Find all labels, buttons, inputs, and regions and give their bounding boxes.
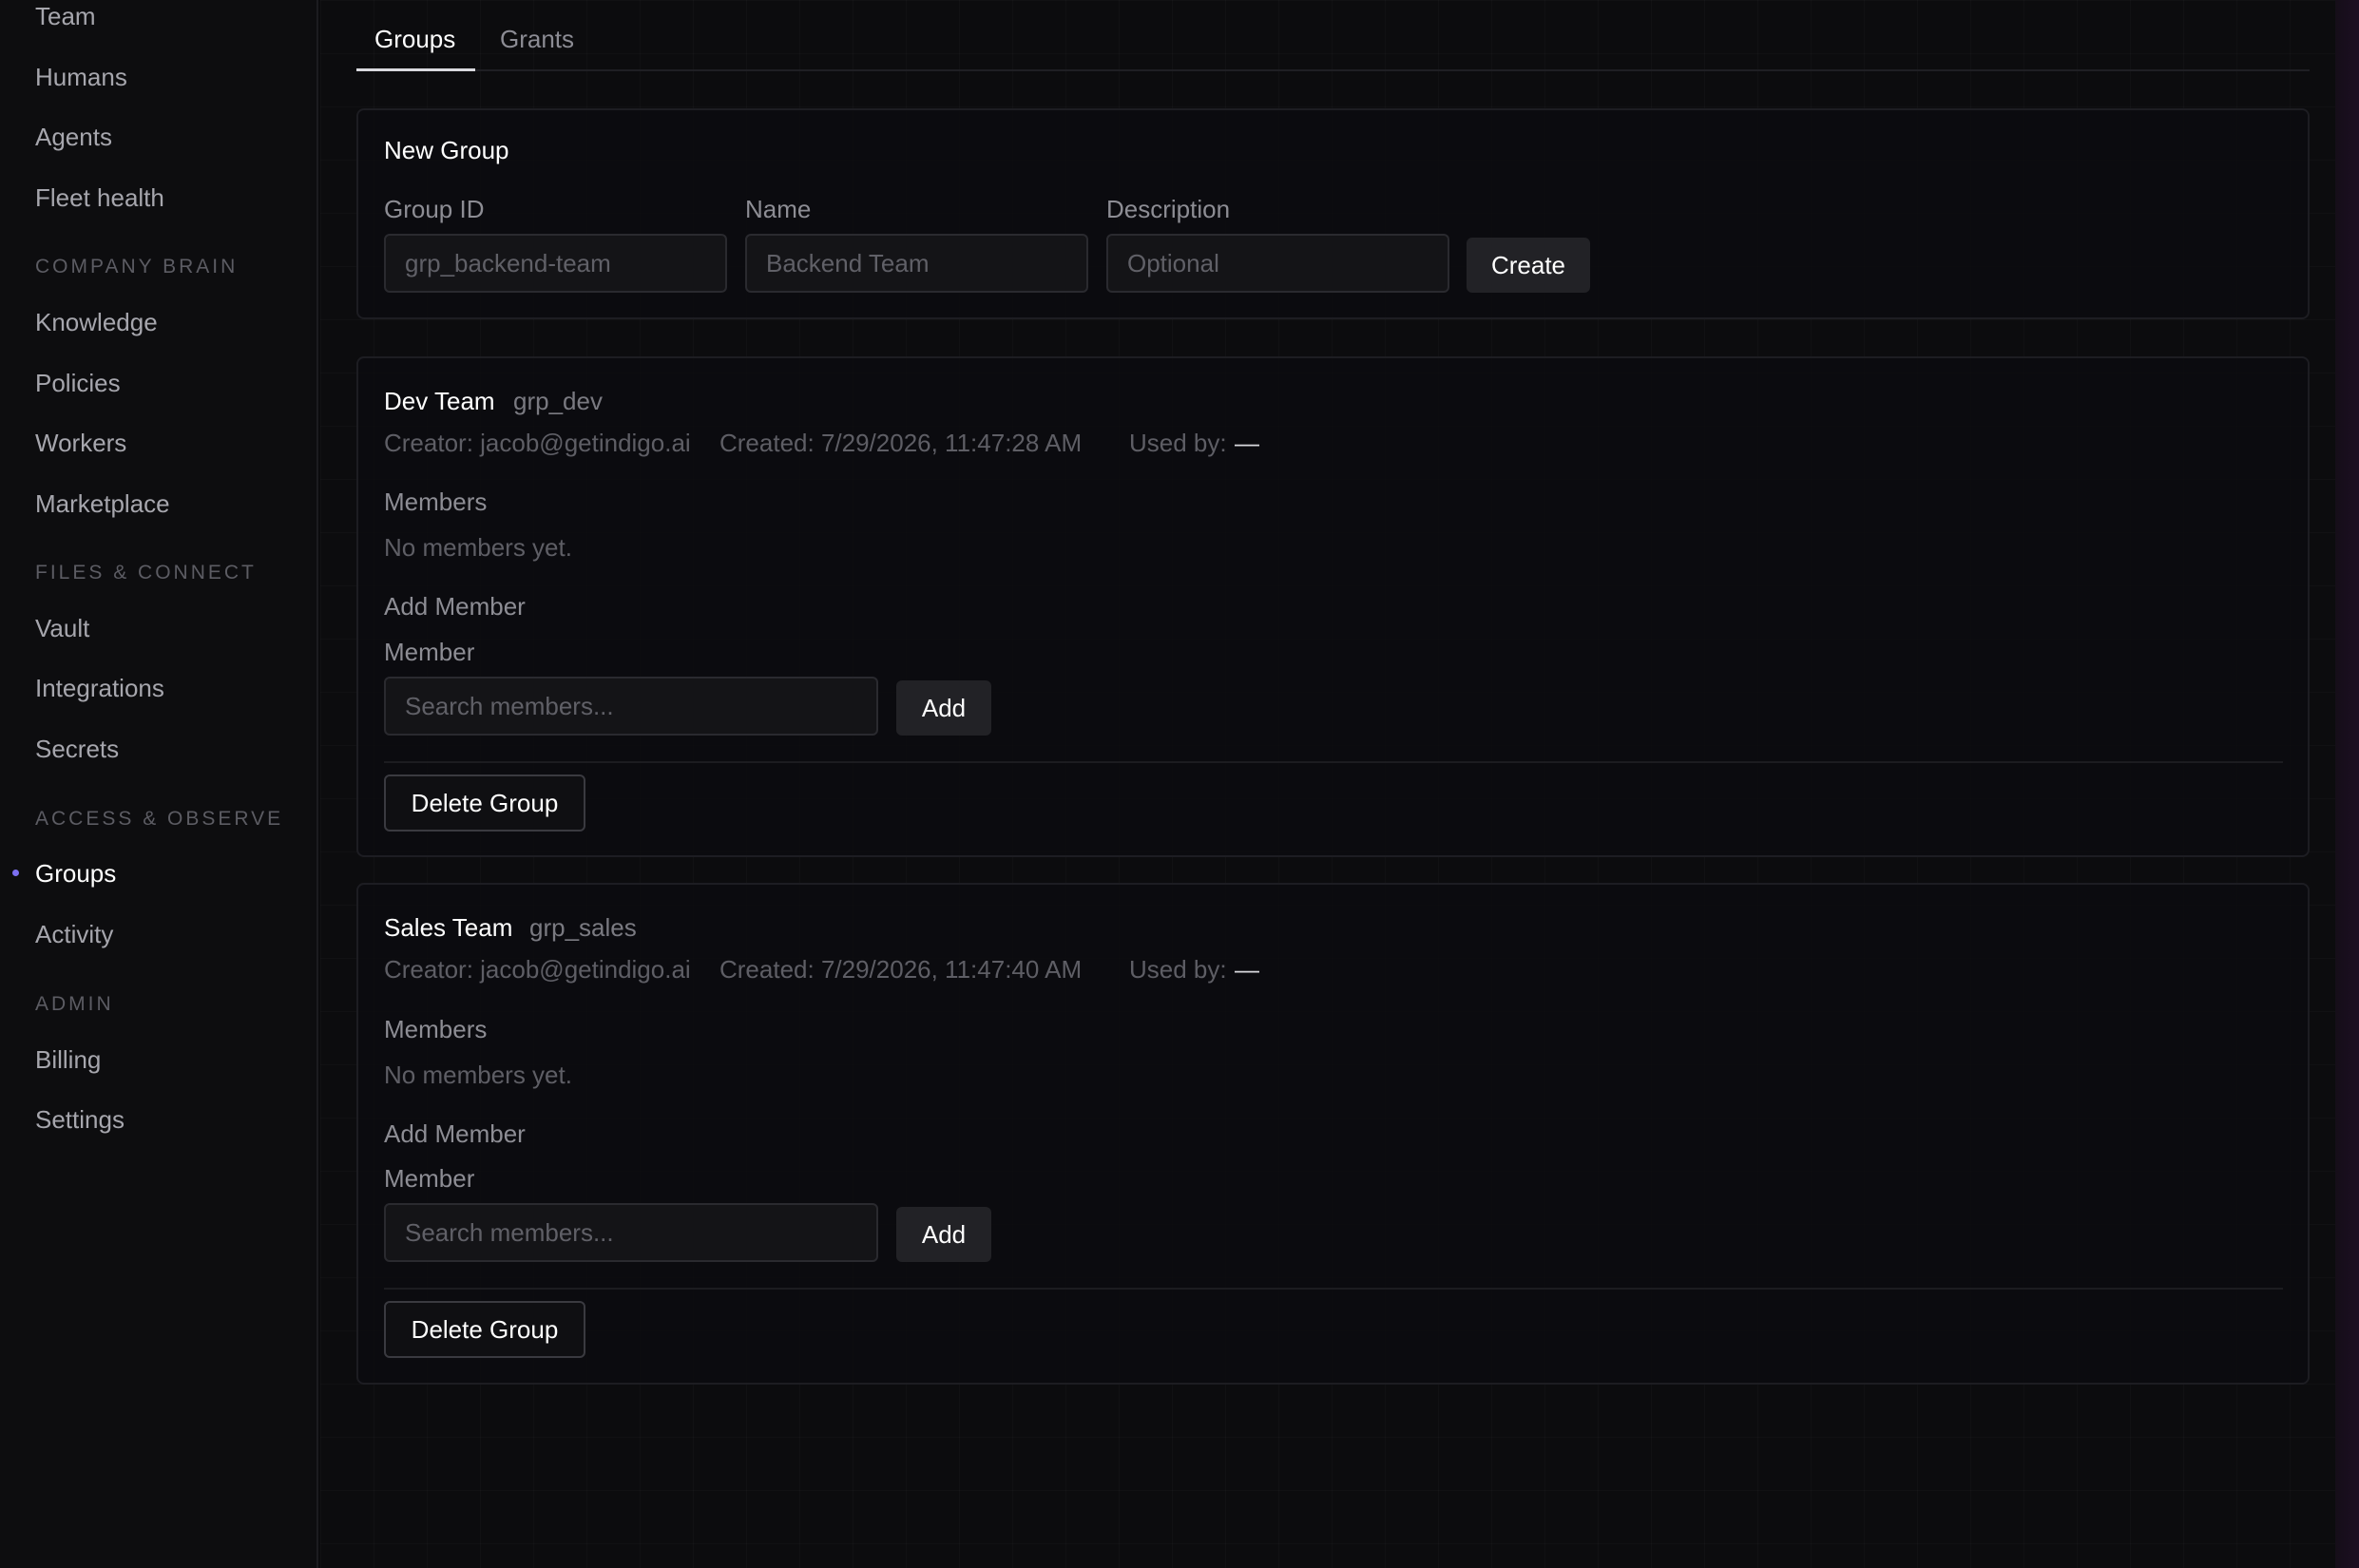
- group-id: grp_dev: [513, 387, 603, 415]
- sidebar-item-policies[interactable]: Policies: [35, 369, 121, 397]
- delete-group-button[interactable]: Delete Group: [384, 1301, 585, 1358]
- group-id-label: Group ID: [384, 195, 485, 223]
- group-used-by-label: Used by:: [1129, 429, 1227, 457]
- group-created: Created: 7/29/2026, 11:47:40 AM: [719, 955, 1083, 984]
- new-group-card: New Group Group ID Name Description Crea…: [356, 108, 2310, 319]
- group-used-by-value: —: [1235, 955, 1259, 984]
- group-used-by-value: —: [1235, 429, 1259, 457]
- sidebar-item-integrations[interactable]: Integrations: [35, 674, 164, 702]
- member-field-label: Member: [384, 1164, 475, 1193]
- group-creator: Creator: jacob@getindigo.ai: [384, 429, 691, 457]
- tab-groups[interactable]: Groups: [374, 25, 455, 53]
- sidebar-item-agents[interactable]: Agents: [35, 123, 112, 151]
- sidebar-item-knowledge[interactable]: Knowledge: [35, 308, 158, 336]
- tab-bar: Groups Grants: [356, 0, 2310, 71]
- section-label-access-observe: ACCESS & OBSERVE: [35, 808, 284, 830]
- name-label: Name: [745, 195, 812, 223]
- members-label: Members: [384, 488, 488, 516]
- card-divider: [384, 1288, 2283, 1290]
- sidebar-item-groups[interactable]: Groups: [35, 859, 116, 888]
- sidebar-item-billing[interactable]: Billing: [35, 1045, 101, 1074]
- group-name: Dev Team: [384, 387, 495, 415]
- active-tab-underline: [356, 68, 475, 71]
- right-edge-gradient: [2335, 0, 2359, 1568]
- member-search-input[interactable]: [384, 1203, 878, 1262]
- section-label-company-brain: COMPANY BRAIN: [35, 256, 239, 277]
- add-member-label: Add Member: [384, 1119, 526, 1148]
- section-label-admin: ADMIN: [35, 993, 114, 1015]
- group-id: grp_sales: [529, 913, 637, 942]
- group-card: Sales Team grp_sales Creator: jacob@geti…: [356, 883, 2310, 1385]
- active-indicator-dot: [12, 870, 19, 876]
- card-divider: [384, 761, 2283, 763]
- member-search-input[interactable]: [384, 677, 878, 736]
- delete-group-button[interactable]: Delete Group: [384, 774, 585, 832]
- members-empty-text: No members yet.: [384, 533, 572, 562]
- group-name: Sales Team: [384, 913, 513, 942]
- sidebar-item-activity[interactable]: Activity: [35, 920, 113, 948]
- sidebar-item-marketplace[interactable]: Marketplace: [35, 489, 170, 518]
- sidebar: Team Humans Agents Fleet health COMPANY …: [0, 0, 318, 1568]
- new-group-title: New Group: [384, 136, 509, 164]
- app-root: Team Humans Agents Fleet health COMPANY …: [0, 0, 2359, 1568]
- member-field-label: Member: [384, 638, 475, 666]
- members-label: Members: [384, 1015, 488, 1043]
- sidebar-item-fleet-health[interactable]: Fleet health: [35, 183, 164, 212]
- sidebar-item-workers[interactable]: Workers: [35, 429, 126, 457]
- add-member-button[interactable]: Add: [896, 1207, 991, 1262]
- add-member-button[interactable]: Add: [896, 680, 991, 736]
- sidebar-item-vault[interactable]: Vault: [35, 614, 89, 642]
- tab-grants[interactable]: Grants: [500, 25, 574, 53]
- description-input[interactable]: [1106, 234, 1449, 293]
- group-used-by-label: Used by:: [1129, 955, 1227, 984]
- description-label: Description: [1106, 195, 1231, 223]
- add-member-label: Add Member: [384, 592, 526, 621]
- name-input[interactable]: [745, 234, 1088, 293]
- sidebar-item-team[interactable]: Team: [35, 2, 96, 30]
- group-card: Dev Team grp_dev Creator: jacob@getindig…: [356, 356, 2310, 857]
- group-id-input[interactable]: [384, 234, 727, 293]
- group-created: Created: 7/29/2026, 11:47:28 AM: [719, 429, 1083, 457]
- sidebar-item-settings[interactable]: Settings: [35, 1105, 125, 1134]
- members-empty-text: No members yet.: [384, 1061, 572, 1089]
- sidebar-item-secrets[interactable]: Secrets: [35, 735, 119, 763]
- create-button[interactable]: Create: [1467, 238, 1590, 293]
- section-label-files-connect: FILES & CONNECT: [35, 562, 257, 583]
- sidebar-item-humans[interactable]: Humans: [35, 63, 127, 91]
- group-creator: Creator: jacob@getindigo.ai: [384, 955, 691, 984]
